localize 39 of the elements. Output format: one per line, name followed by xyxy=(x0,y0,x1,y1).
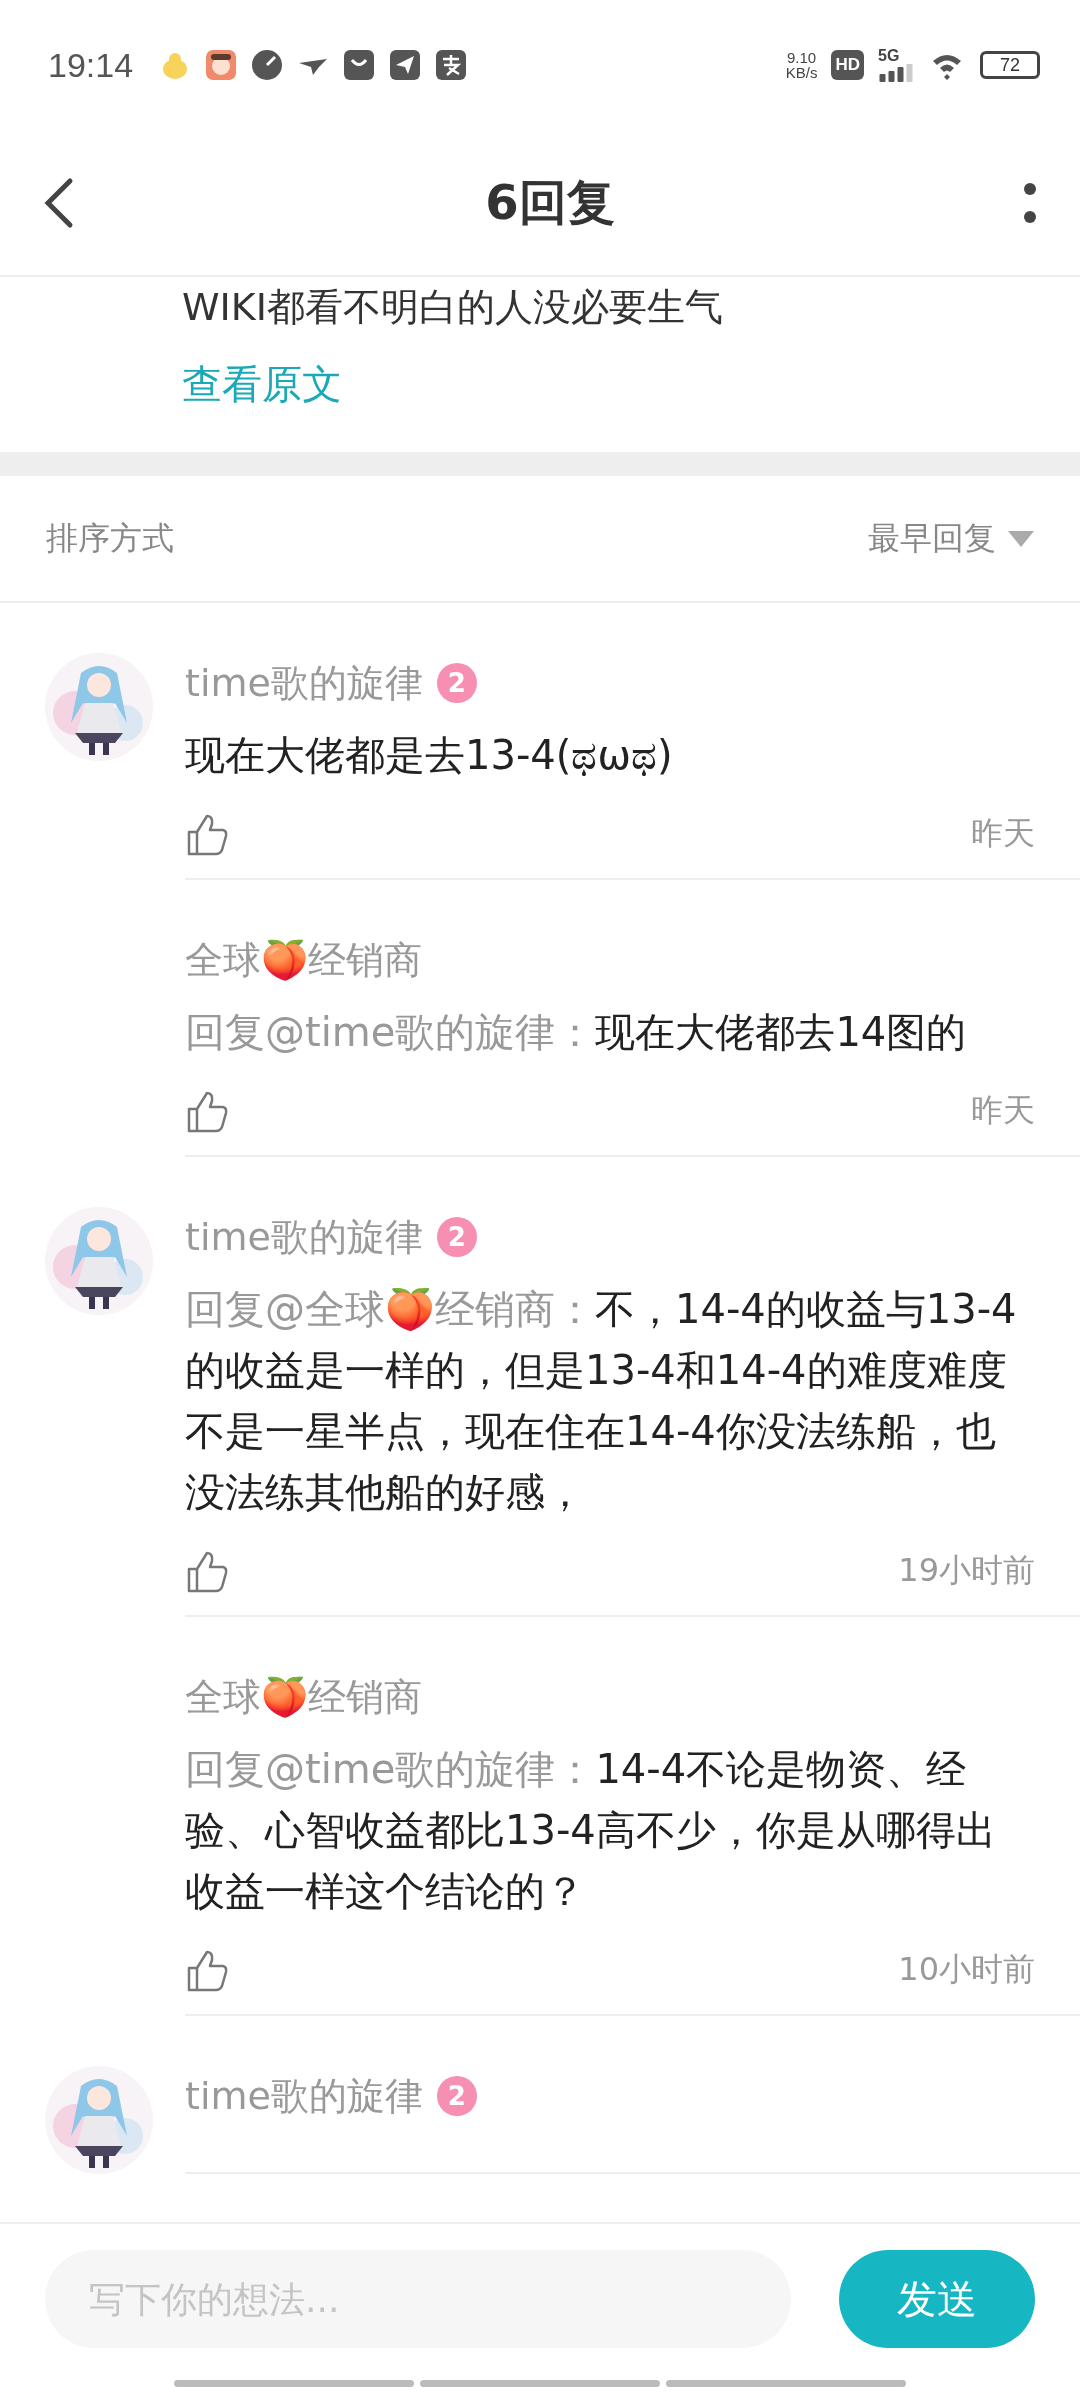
thumbs-up-icon[interactable] xyxy=(185,1948,229,1992)
comment-text: 现在大佬都是去13-4(ಥωಥ) xyxy=(185,731,674,780)
thumbs-up-icon[interactable] xyxy=(185,812,229,856)
user-name[interactable]: 全球🍑经销商 xyxy=(185,934,422,986)
comment-time: 19小时前 xyxy=(898,1550,1035,1591)
sort-dropdown[interactable]: 最早回复 xyxy=(868,516,996,561)
user-name[interactable]: time歌的旋律 xyxy=(185,657,423,709)
network-speed: 9.10 xyxy=(787,50,817,65)
send-icon xyxy=(389,49,422,81)
send-button[interactable]: 发送 xyxy=(839,2250,1035,2348)
sort-label: 排序方式 xyxy=(46,517,174,559)
comment-time: 昨天 xyxy=(971,813,1035,854)
level-badge: 2 xyxy=(436,1217,477,1257)
network-type: 5G xyxy=(878,48,901,64)
app-icon xyxy=(205,49,238,81)
comment-text: 回复@time歌的旋律：现在大佬都去14图的 xyxy=(185,1008,968,1057)
hd-indicator: HD xyxy=(831,50,864,80)
payment-icon xyxy=(435,49,468,81)
comment-text: 回复@time歌的旋律：14-4不论是物资、经验、心智收益都比13-4高不少，你是从哪得出收益一样这个结论的？ xyxy=(185,1745,997,1916)
page-title: 6回复 xyxy=(485,172,615,232)
thumbs-up-icon[interactable] xyxy=(185,1549,229,1593)
level-badge: 2 xyxy=(436,2076,477,2116)
caret-icon xyxy=(1008,530,1034,547)
comment-time: 昨天 xyxy=(971,1090,1035,1131)
speed-unit: KB/s xyxy=(785,65,818,80)
thumbs-up-icon[interactable] xyxy=(185,1089,229,1133)
signal-icon xyxy=(878,64,914,82)
view-original-link[interactable]: 查看原文 xyxy=(182,357,342,412)
comment-text: 回复@全球🍑经销商：不，14-4的收益与13-4的收益是一样的，但是13-4和14-4的难度难度不是一星半点，现在住在14-4你没法练船，也没法练其他船的好感， xyxy=(185,1285,1018,1517)
comment-time: 10小时前 xyxy=(898,1949,1035,1990)
bag-icon xyxy=(343,49,376,81)
battery-level: 72 xyxy=(980,51,1040,79)
user-name[interactable]: time歌的旋律 xyxy=(185,2070,423,2122)
user-name[interactable]: 全球🍑经销商 xyxy=(185,1671,422,1723)
user-name[interactable]: time歌的旋律 xyxy=(185,1211,423,1263)
post-text: WIKI都看不明白的人没必要生气 xyxy=(182,284,724,331)
level-badge: 2 xyxy=(436,663,477,703)
gauge-icon xyxy=(251,49,284,81)
status-time: 19:14 xyxy=(48,45,134,85)
